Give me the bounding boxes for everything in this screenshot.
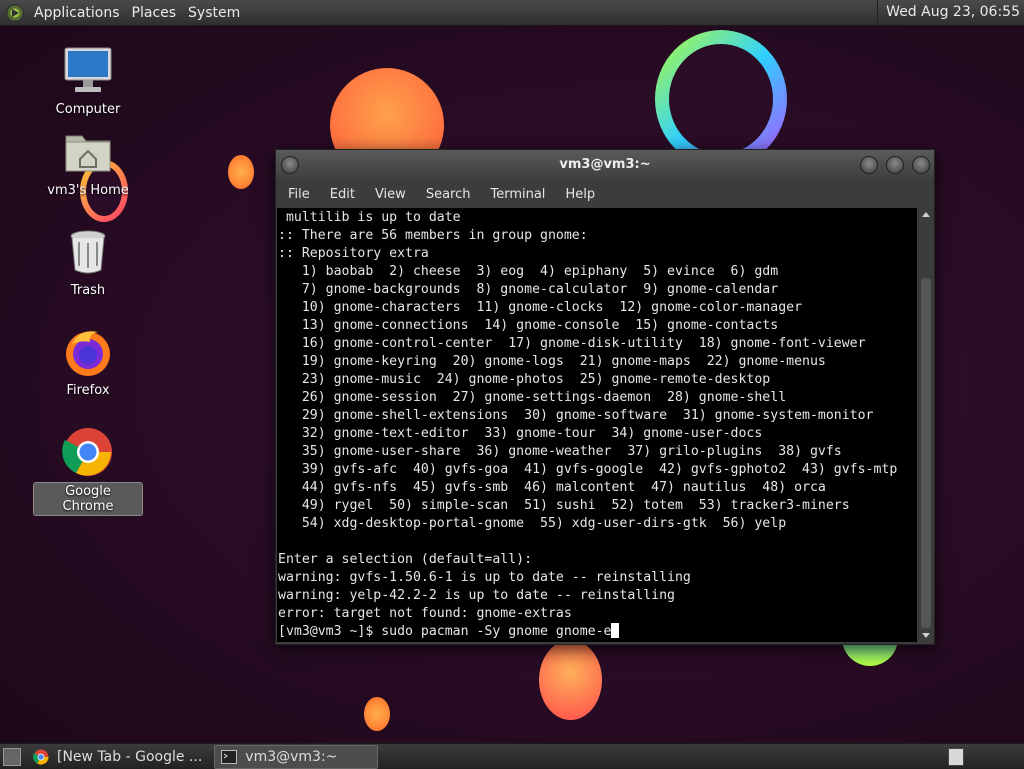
text-cursor <box>611 623 620 638</box>
scroll-down-arrow-icon[interactable] <box>922 633 930 638</box>
terminal-line: 19) gnome-keyring 20) gnome-logs 21) gno… <box>278 354 826 369</box>
terminal-line: multilib is up to date <box>278 210 461 225</box>
terminal-line: 16) gnome-control-center 17) gnome-disk-… <box>278 336 866 351</box>
desktop-icon-label: Trash <box>70 283 106 298</box>
show-desktop-icon[interactable] <box>3 747 21 766</box>
firefox-icon <box>62 326 114 378</box>
menu-edit[interactable]: Edit <box>320 187 365 202</box>
terminal-line: Enter a selection (default=all): <box>278 552 533 567</box>
menu-file[interactable]: File <box>278 187 320 202</box>
desktop-icon-home[interactable]: vm3's Home <box>33 126 143 199</box>
terminal-line: 39) gvfs-afc 40) gvfs-goa 41) gvfs-googl… <box>278 462 898 477</box>
desktop-icon-firefox[interactable]: Firefox <box>33 326 143 399</box>
terminal-line: 7) gnome-backgrounds 8) gnome-calculator… <box>278 282 779 297</box>
title-bar[interactable]: vm3@vm3:~ <box>276 150 934 180</box>
close-button[interactable] <box>912 156 930 174</box>
terminal-line: 26) gnome-session 27) gnome-settings-dae… <box>278 390 787 405</box>
computer-icon <box>62 45 114 97</box>
top-panel: Applications Places System Wed Aug 23, 0… <box>0 0 1024 26</box>
ring-rainbow-large <box>655 30 787 168</box>
desktop-icon-label: Google Chrome <box>33 482 143 516</box>
home-folder-icon <box>62 126 114 178</box>
terminal-line: 23) gnome-music 24) gnome-photos 25) gno… <box>278 372 771 387</box>
menu-view[interactable]: View <box>365 187 416 202</box>
desktop-icon-label: Computer <box>55 102 121 117</box>
terminal-line: 10) gnome-characters 11) gnome-clocks 12… <box>278 300 803 315</box>
workspace-switcher[interactable] <box>948 748 964 766</box>
terminal-line: error: target not found: gnome-extras <box>278 606 572 621</box>
terminal-text: multilib is up to date:: There are 56 me… <box>277 208 917 641</box>
terminal-output[interactable]: multilib is up to date:: There are 56 me… <box>277 208 917 642</box>
taskbar-item-terminal[interactable]: vm3@vm3:~ <box>214 744 379 769</box>
system-menu[interactable]: System <box>184 5 248 21</box>
menu-terminal[interactable]: Terminal <box>480 187 555 202</box>
terminal-line: 54) xdg-desktop-portal-gnome 55) xdg-use… <box>278 516 787 531</box>
terminal-line: 32) gnome-text-editor 33) gnome-tour 34)… <box>278 426 763 441</box>
scrollbar-thumb[interactable] <box>921 278 931 628</box>
taskbar-label: [New Tab - Google ... <box>57 748 203 765</box>
menu-bar: File Edit View Search Terminal Help <box>276 180 934 208</box>
terminal-line: 35) gnome-user-share 36) gnome-weather 3… <box>278 444 842 459</box>
clock[interactable]: Wed Aug 23, 06:55 <box>877 0 1024 25</box>
orange-dot-small <box>228 155 254 189</box>
prompt-text: [vm3@vm3 ~]$ sudo pacman -Sy gnome gnome… <box>278 624 612 639</box>
terminal-line: 1) baobab 2) cheese 3) eog 4) epiphany 5… <box>278 264 779 279</box>
terminal-line: warning: yelp-42.2-2 is up to date -- re… <box>278 588 675 603</box>
menu-help[interactable]: Help <box>555 187 605 202</box>
terminal-line: :: Repository extra <box>278 246 429 261</box>
taskbar-label: vm3@vm3:~ <box>245 748 338 765</box>
desktop-icon-trash[interactable]: Trash <box>33 226 143 299</box>
scroll-up-arrow-icon[interactable] <box>922 212 930 217</box>
terminal-line: 44) gvfs-nfs 45) gvfs-smb 46) malcontent… <box>278 480 826 495</box>
terminal-line: 13) gnome-connections 14) gnome-console … <box>278 318 779 333</box>
scrollbar[interactable] <box>919 208 933 642</box>
desktop-icon-chrome[interactable]: Google Chrome <box>33 426 143 516</box>
menu-search[interactable]: Search <box>416 187 481 202</box>
terminal-line: 49) rygel 50) simple-scan 51) sushi 52) … <box>278 498 850 513</box>
places-menu[interactable]: Places <box>128 5 185 21</box>
trash-icon <box>62 226 114 278</box>
terminal-window[interactable]: vm3@vm3:~ File Edit View Search Terminal… <box>275 149 935 645</box>
bottom-panel: [New Tab - Google ... vm3@vm3:~ <box>0 743 1024 769</box>
desktop-icon-label: Firefox <box>66 383 110 398</box>
terminal-line: :: There are 56 members in group gnome: <box>278 228 588 243</box>
desktop-icon-label: vm3's Home <box>47 183 129 198</box>
terminal-line: warning: gvfs-1.50.6-1 is up to date -- … <box>278 570 691 585</box>
menu-logo-icon[interactable] <box>6 3 24 22</box>
terminal-line: 29) gnome-shell-extensions 30) gnome-sof… <box>278 408 874 423</box>
terminal-prompt[interactable]: [vm3@vm3 ~]$ sudo pacman -Sy gnome gnome… <box>278 623 917 641</box>
minimize-button[interactable] <box>860 156 878 174</box>
chrome-icon <box>62 426 114 478</box>
maximize-button[interactable] <box>886 156 904 174</box>
desktop-icon-computer[interactable]: Computer <box>33 45 143 118</box>
applications-menu[interactable]: Applications <box>30 5 128 21</box>
window-title: vm3@vm3:~ <box>559 157 651 172</box>
terminal-icon <box>221 749 238 764</box>
orange-circle-bottom <box>539 640 602 720</box>
orange-dot-bottom <box>364 697 390 731</box>
chrome-icon <box>33 749 49 765</box>
taskbar-item-chrome[interactable]: [New Tab - Google ... <box>27 746 208 768</box>
